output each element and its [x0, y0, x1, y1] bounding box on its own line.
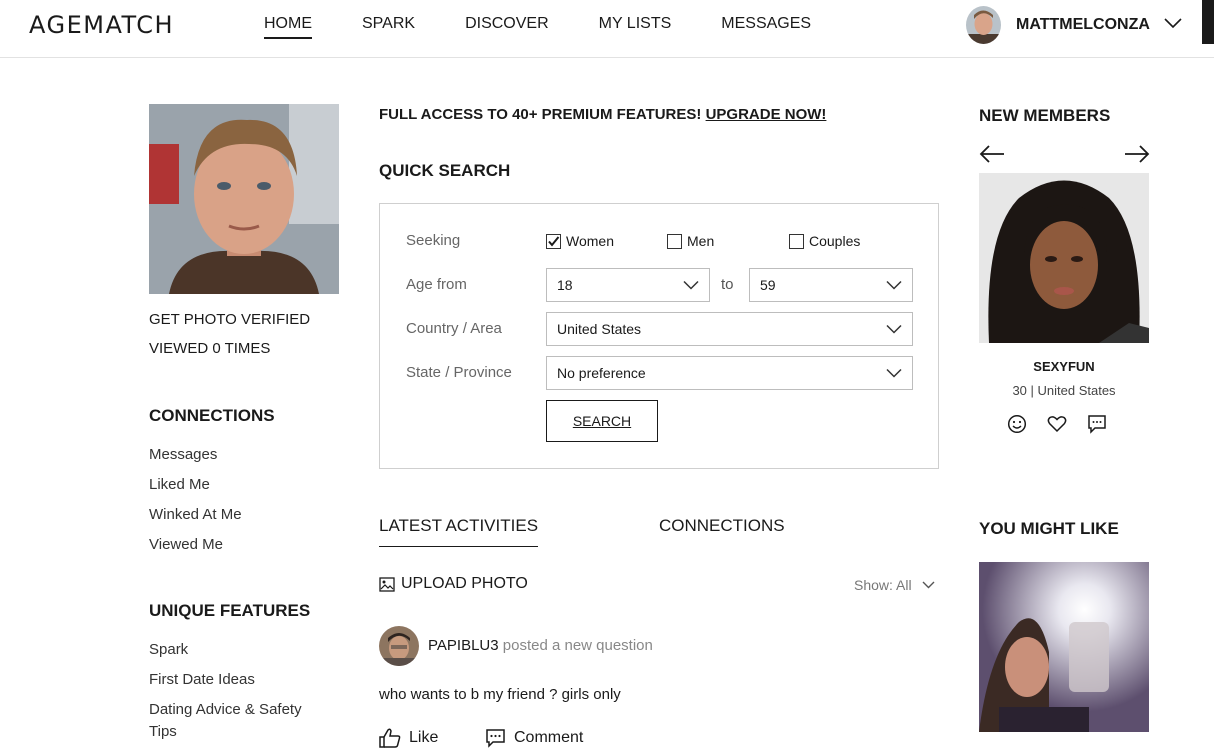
message-icon[interactable]: [1087, 414, 1107, 434]
comment-label: Comment: [514, 729, 584, 746]
post-header: PAPIBLU3 posted a new question: [428, 637, 653, 654]
image-icon: [379, 576, 395, 592]
chevron-down-icon: [922, 581, 935, 589]
nav-my-lists[interactable]: MY LISTS: [599, 15, 672, 39]
sidebar-item-viewed-me[interactable]: Viewed Me: [149, 534, 223, 556]
age-from-label: Age from: [406, 276, 467, 293]
search-button[interactable]: SEARCH: [546, 400, 658, 442]
seeking-women-checkbox[interactable]: Women: [546, 233, 614, 249]
post-author-name[interactable]: PAPIBLU3: [428, 637, 499, 654]
username[interactable]: MATTMELCONZA: [1016, 16, 1150, 34]
upgrade-now-link[interactable]: UPGRADE NOW!: [706, 106, 827, 123]
seeking-label: Seeking: [406, 232, 461, 249]
agematch-logo[interactable]: AGEMATCH: [29, 11, 174, 39]
you-might-like-heading: YOU MIGHT LIKE: [979, 519, 1119, 538]
user-avatar[interactable]: [966, 6, 1001, 44]
wink-smiley-icon[interactable]: [1007, 414, 1027, 434]
premium-promo: FULL ACCESS TO 40+ PREMIUM FEATURES! UPG…: [379, 106, 826, 123]
profile-photo[interactable]: [149, 104, 339, 294]
like-label: Like: [409, 729, 439, 746]
chevron-down-icon: [886, 368, 902, 378]
sidebar-item-dating-advice[interactable]: Dating Advice & Safety: [149, 699, 302, 721]
arrow-right-icon[interactable]: [1124, 143, 1150, 170]
to-label: to: [721, 276, 734, 293]
post-body: who wants to b my friend ? girls only: [379, 686, 621, 703]
quick-search-title: QUICK SEARCH: [379, 161, 511, 180]
seeking-men-checkbox[interactable]: Men: [667, 233, 714, 249]
heart-icon[interactable]: [1047, 414, 1067, 434]
state-select[interactable]: No preference: [546, 356, 913, 390]
country-select[interactable]: United States: [546, 312, 913, 346]
post-action-text: posted a new question: [498, 637, 653, 654]
age-to-value: 59: [760, 277, 776, 293]
sidebar-item-first-date-ideas[interactable]: First Date Ideas: [149, 669, 255, 691]
sidebar-item-liked-me[interactable]: Liked Me: [149, 474, 210, 496]
sidebar-item-winked-at-me[interactable]: Winked At Me: [149, 504, 242, 526]
like-button[interactable]: Like: [379, 728, 438, 748]
seeking-couples-checkbox[interactable]: Couples: [789, 233, 860, 249]
chevron-down-icon[interactable]: [1164, 16, 1182, 34]
unique-features-heading: UNIQUE FEATURES: [149, 601, 311, 620]
member-actions: [1007, 414, 1127, 434]
viewed-count: VIEWED 0 TIMES: [149, 340, 271, 357]
post-author-avatar[interactable]: [379, 626, 419, 666]
age-from-value: 18: [557, 277, 573, 293]
chevron-down-icon: [886, 280, 902, 290]
user-menu[interactable]: MATTMELCONZA: [966, 6, 1182, 44]
quick-search-panel: Seeking Women Men Couples Age from 18 to…: [379, 203, 939, 469]
chevron-down-icon: [886, 324, 902, 334]
show-filter-dropdown[interactable]: Show: All: [854, 577, 935, 593]
men-label: Men: [687, 233, 715, 249]
women-label: Women: [566, 233, 614, 249]
new-members-heading: NEW MEMBERS: [979, 106, 1111, 125]
couples-label: Couples: [809, 233, 861, 249]
state-label: State / Province: [406, 364, 512, 381]
get-photo-verified-link[interactable]: GET PHOTO VERIFIED: [149, 311, 310, 328]
tab-connections[interactable]: CONNECTIONS: [659, 516, 785, 546]
thumbs-up-icon: [379, 728, 401, 748]
nav-discover[interactable]: DISCOVER: [465, 15, 549, 39]
nav-messages[interactable]: MESSAGES: [721, 15, 811, 39]
checkbox-empty-icon[interactable]: [789, 233, 804, 249]
top-navigation-bar: AGEMATCH HOME SPARK DISCOVER MY LISTS ME…: [0, 0, 1214, 58]
new-member-info: 30 | United States: [1012, 383, 1116, 398]
checkbox-empty-icon[interactable]: [667, 233, 682, 249]
edge-bar: [1202, 0, 1214, 44]
upload-photo-label: UPLOAD PHOTO: [401, 575, 528, 592]
sidebar-item-dating-advice-tips[interactable]: Tips: [149, 721, 177, 743]
upload-photo-button[interactable]: UPLOAD PHOTO: [379, 575, 528, 593]
new-member-name[interactable]: SEXYFUN: [979, 359, 1149, 374]
country-label: Country / Area: [406, 320, 502, 337]
age-from-select[interactable]: 18: [546, 268, 710, 302]
country-value: United States: [557, 321, 642, 337]
promo-text: FULL ACCESS TO 40+ PREMIUM FEATURES!: [379, 106, 706, 123]
sidebar-item-spark[interactable]: Spark: [149, 639, 188, 661]
new-member-photo[interactable]: [979, 173, 1149, 343]
sidebar-item-messages[interactable]: Messages: [149, 444, 217, 466]
comment-button[interactable]: Comment: [485, 728, 583, 748]
state-value: No preference: [557, 365, 646, 381]
nav-spark[interactable]: SPARK: [362, 15, 415, 39]
comment-icon: [486, 729, 505, 748]
nav-home[interactable]: HOME: [264, 15, 312, 39]
arrow-left-icon[interactable]: [979, 143, 1005, 170]
search-button-label: SEARCH: [572, 413, 632, 429]
suggested-member-photo[interactable]: [979, 562, 1149, 732]
chevron-down-icon: [683, 280, 699, 290]
tab-latest-activities[interactable]: LATEST ACTIVITIES: [379, 516, 539, 547]
connections-heading: CONNECTIONS: [149, 406, 275, 425]
show-filter-label: Show: All: [854, 577, 912, 593]
checkbox-checked-icon[interactable]: [546, 233, 561, 249]
main-nav: HOME SPARK DISCOVER MY LISTS MESSAGES: [264, 15, 861, 39]
age-to-select[interactable]: 59: [749, 268, 913, 302]
